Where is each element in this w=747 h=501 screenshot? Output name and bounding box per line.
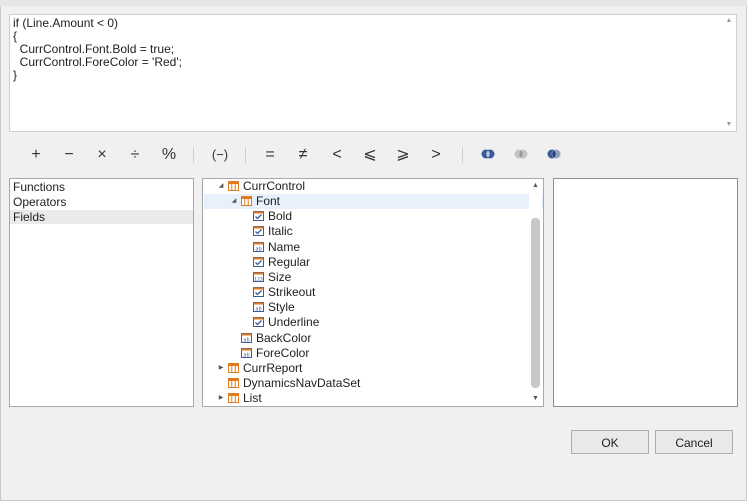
boolean-field-icon: [253, 226, 264, 236]
expanded-caret-icon[interactable]: ◢: [217, 179, 225, 194]
toolbar-separator: [462, 147, 463, 163]
and-operator-icon[interactable]: [481, 148, 495, 160]
tree-item-font[interactable]: ◢ Font: [204, 194, 543, 209]
description-panel: [553, 178, 738, 407]
table-icon: [228, 363, 239, 373]
table-icon: [241, 196, 252, 206]
modulo-button[interactable]: %: [154, 142, 184, 168]
svg-text:123: 123: [254, 277, 263, 283]
editor-scrollbar[interactable]: ▲ ▼: [723, 16, 735, 130]
greater-equal-button[interactable]: ⩾: [388, 142, 418, 168]
title-strip: [0, 0, 747, 6]
expanded-caret-icon[interactable]: ◢: [230, 194, 238, 209]
plus-button[interactable]: +: [21, 142, 51, 168]
expression-editor[interactable]: if (Line.Amount < 0) { CurrControl.Font.…: [9, 14, 737, 132]
string-field-icon: ab: [253, 302, 264, 312]
svg-text:ab: ab: [255, 247, 261, 253]
scroll-down-icon[interactable]: ▼: [529, 393, 542, 405]
boolean-field-icon: [253, 257, 264, 267]
string-field-icon: ab: [241, 333, 252, 343]
less-button[interactable]: <: [322, 142, 352, 168]
category-item-fields[interactable]: Fields: [10, 210, 193, 224]
svg-text:ab: ab: [243, 353, 249, 359]
boolean-field-icon: [253, 211, 264, 221]
operator-toolbar: + − × ÷ % (−) = ≠ < ⩽ ⩾ >: [10, 138, 737, 172]
equal-button[interactable]: =: [255, 142, 285, 168]
less-equal-button[interactable]: ⩽: [355, 142, 385, 168]
not-operator-icon[interactable]: [547, 148, 561, 160]
collapsed-caret-icon[interactable]: ▶: [217, 391, 225, 406]
cancel-button[interactable]: Cancel: [655, 430, 733, 454]
negate-button[interactable]: (−): [205, 142, 235, 168]
multiply-button[interactable]: ×: [87, 142, 117, 168]
table-icon: [228, 181, 239, 191]
string-field-icon: ab: [241, 348, 252, 358]
minus-button[interactable]: −: [54, 142, 84, 168]
category-item-functions[interactable]: Functions: [10, 180, 193, 194]
numeric-field-icon: 123: [253, 272, 264, 282]
string-field-icon: ab: [253, 242, 264, 252]
toolbar-separator: [193, 147, 194, 163]
expression-text[interactable]: if (Line.Amount < 0) { CurrControl.Font.…: [13, 17, 720, 129]
scrollbar-thumb[interactable]: [531, 218, 540, 388]
boolean-field-icon: [253, 287, 264, 297]
or-operator-icon[interactable]: [514, 148, 528, 160]
table-icon: [228, 393, 239, 403]
fields-tree[interactable]: ◢ CurrControl ◢ Font Bold Italic ab Name…: [202, 178, 544, 407]
scroll-down-icon[interactable]: ▼: [723, 120, 735, 130]
svg-text:ab: ab: [243, 338, 249, 344]
scroll-up-icon[interactable]: ▲: [723, 16, 735, 26]
not-equal-button[interactable]: ≠: [288, 142, 318, 168]
divide-button[interactable]: ÷: [120, 142, 150, 168]
boolean-field-icon: [253, 317, 264, 327]
ok-button[interactable]: OK: [571, 430, 649, 454]
scroll-up-icon[interactable]: ▲: [529, 180, 542, 192]
tree-scrollbar[interactable]: ▲ ▼: [529, 180, 542, 405]
category-list[interactable]: Functions Operators Fields: [9, 178, 194, 407]
table-icon: [228, 378, 239, 388]
greater-button[interactable]: >: [421, 142, 451, 168]
category-item-operators[interactable]: Operators: [10, 195, 193, 209]
svg-text:ab: ab: [255, 307, 261, 313]
toolbar-separator: [245, 147, 246, 163]
collapsed-caret-icon[interactable]: ▶: [217, 361, 225, 376]
